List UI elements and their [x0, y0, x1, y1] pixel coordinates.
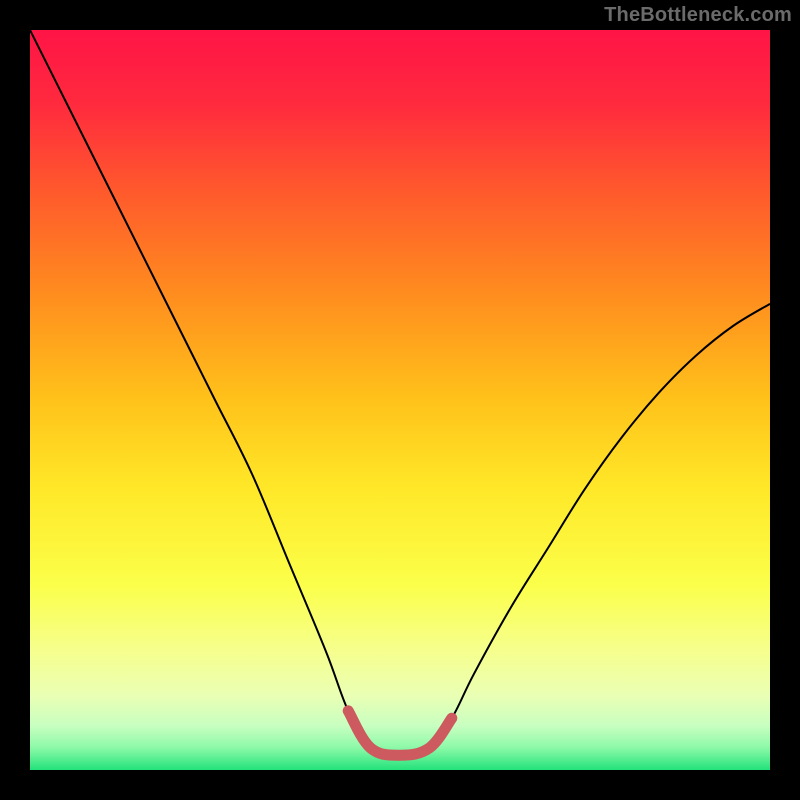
curve-path: [30, 30, 770, 755]
plot-area: [30, 30, 770, 770]
bottleneck-curve: [30, 30, 770, 770]
curve-highlight: [348, 711, 452, 755]
chart-frame: TheBottleneck.com: [0, 0, 800, 800]
watermark-text: TheBottleneck.com: [604, 4, 792, 27]
